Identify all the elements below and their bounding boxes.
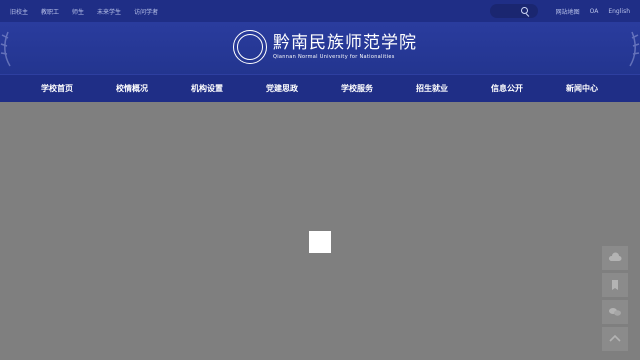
search-box[interactable] bbox=[490, 4, 538, 18]
chat-button[interactable] bbox=[602, 300, 628, 324]
top-link-5[interactable]: 访问学者 bbox=[134, 7, 158, 16]
logo-chinese-name: 黔南民族师范学院 bbox=[273, 33, 417, 53]
nav-item-organizations[interactable]: 机构设置 bbox=[191, 75, 223, 103]
top-arrow-icon bbox=[609, 334, 621, 342]
top-link-4[interactable]: 未来学生 bbox=[97, 7, 121, 16]
top-links: 旧校主 教职工 师生 未来学生 访问学者 bbox=[0, 7, 158, 16]
chat-icon bbox=[609, 308, 621, 316]
laurel-right-icon bbox=[629, 31, 640, 67]
nav-item-services[interactable]: 学校服务 bbox=[341, 75, 373, 103]
top-link-2[interactable]: 教职工 bbox=[41, 7, 59, 16]
top-link-3[interactable]: 师生 bbox=[72, 7, 84, 16]
logo-english-name: Qiannan Normal University for Nationalit… bbox=[273, 54, 395, 60]
cloud-button[interactable] bbox=[602, 246, 628, 270]
nav-item-home[interactable]: 学校首页 bbox=[41, 75, 73, 103]
loading-indicator bbox=[309, 231, 331, 253]
university-seal-icon bbox=[233, 30, 267, 64]
nav-item-admissions[interactable]: 招生就业 bbox=[416, 75, 448, 103]
nav-item-information[interactable]: 信息公开 bbox=[491, 75, 523, 103]
main-navigation: 学校首页 校情概况 机构设置 党建思政 学校服务 招生就业 信息公开 新闻中心 bbox=[0, 74, 640, 102]
top-utility-bar: 旧校主 教职工 师生 未来学生 访问学者 网站地图 OA English bbox=[0, 0, 640, 22]
top-right-links: 网站地图 OA English bbox=[556, 0, 630, 22]
search-icon[interactable] bbox=[521, 7, 528, 14]
nav-item-party[interactable]: 党建思政 bbox=[266, 75, 298, 103]
site-header: 黔南民族师范学院 Qiannan Normal University for N… bbox=[0, 22, 640, 74]
site-map-link[interactable]: 网站地图 bbox=[556, 7, 580, 16]
nav-item-overview[interactable]: 校情概况 bbox=[116, 75, 148, 103]
bookmark-button[interactable] bbox=[602, 273, 628, 297]
back-to-top-button[interactable] bbox=[602, 327, 628, 351]
laurel-left-icon bbox=[0, 31, 11, 67]
nav-item-news[interactable]: 新闻中心 bbox=[566, 75, 598, 103]
side-tools bbox=[602, 246, 628, 354]
cloud-icon bbox=[608, 252, 622, 261]
logo-text: 黔南民族师范学院 Qiannan Normal University for N… bbox=[273, 33, 417, 61]
english-link[interactable]: English bbox=[608, 8, 630, 15]
top-link-1[interactable]: 旧校主 bbox=[10, 7, 28, 16]
university-logo[interactable]: 黔南民族师范学院 Qiannan Normal University for N… bbox=[233, 30, 417, 64]
oa-link[interactable]: OA bbox=[590, 8, 599, 15]
bookmark-icon bbox=[612, 280, 618, 290]
